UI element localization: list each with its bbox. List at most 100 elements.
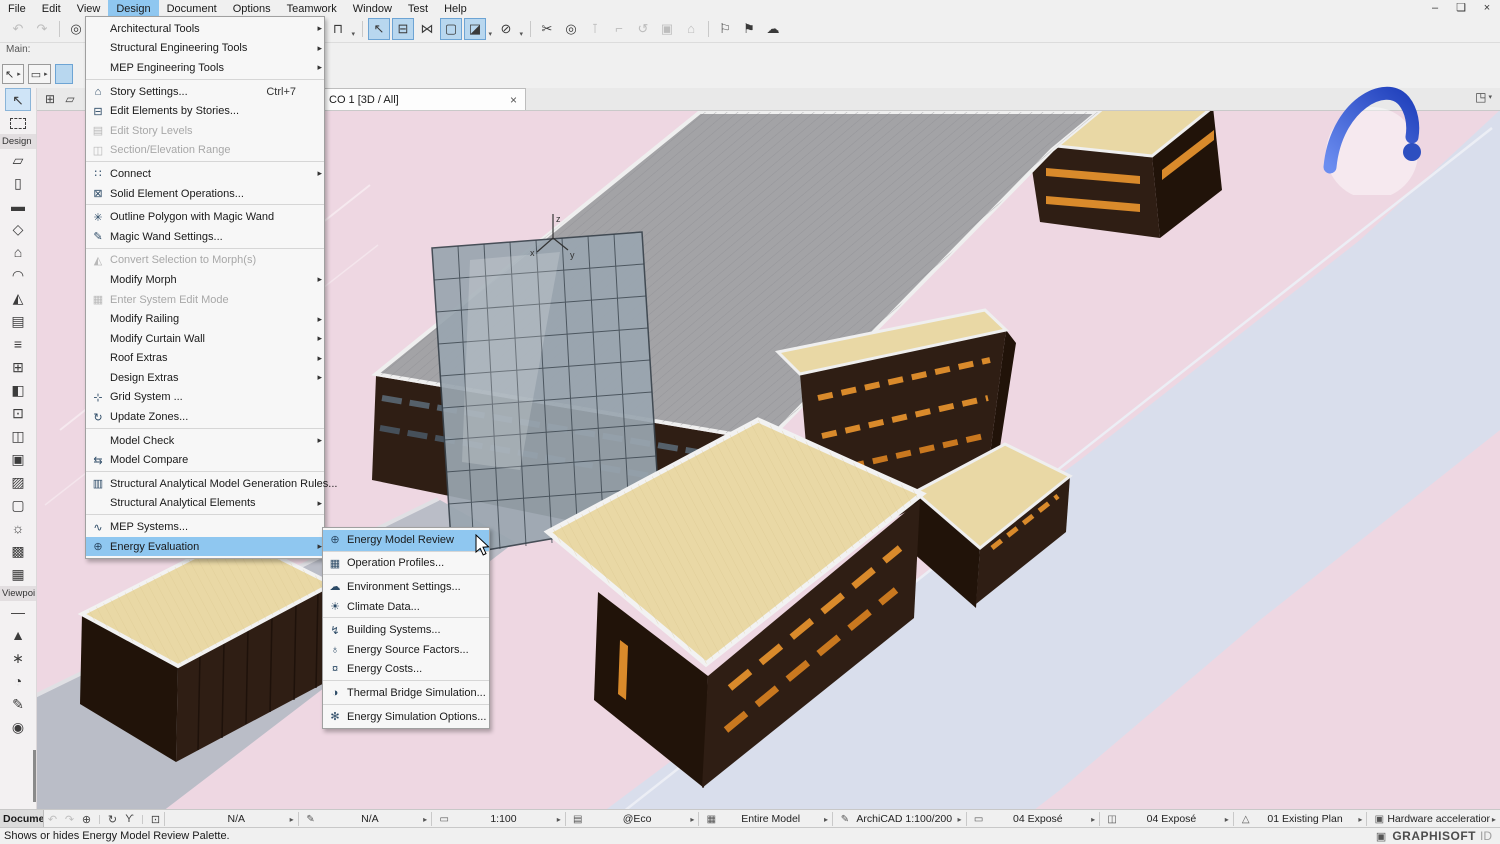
marquee-tool-dropdown[interactable]: ▭	[28, 64, 51, 84]
pick-parameters-icon[interactable]: ◎	[65, 18, 87, 40]
menu-item[interactable]: Modify Morph	[86, 270, 324, 290]
slice-circle-icon[interactable]: ⊘	[495, 18, 517, 40]
menubar-item[interactable]: File	[0, 0, 34, 16]
menu-item[interactable]: ∿ MEP Systems...	[86, 517, 324, 537]
camera-tool[interactable]: ◉	[5, 716, 31, 739]
submenu-item[interactable]: ☁ Environment Settings...	[323, 577, 489, 597]
shell-tool[interactable]: ◠	[5, 264, 31, 287]
menu-item[interactable]: ▤ Edit Story Levels	[86, 121, 324, 141]
roof-tool[interactable]: ⌂	[5, 241, 31, 264]
view-style-button[interactable]: ◳	[1475, 90, 1492, 104]
menu-item[interactable]: ⊕ Energy Evaluation	[86, 537, 324, 557]
menu-item[interactable]: ✳ Outline Polygon with Magic Wand	[86, 207, 324, 227]
menu-item[interactable]: ▦ Enter System Edit Mode	[86, 290, 324, 310]
maximize-button[interactable]: ❏	[1448, 0, 1474, 16]
menu-item[interactable]: ↻ Update Zones...	[86, 407, 324, 429]
crane-icon[interactable]: ⊺	[584, 18, 606, 40]
pick-up-icon[interactable]: ◎	[560, 18, 582, 40]
stretch-icon[interactable]: ⋈	[416, 18, 438, 40]
menubar-item[interactable]: Edit	[34, 0, 69, 16]
menubar-item[interactable]: Document	[159, 0, 225, 16]
submenu-item[interactable]: ⊕ Energy Model Review	[323, 530, 489, 552]
undo-icon[interactable]: ↶	[7, 18, 29, 40]
marquee-display-icon[interactable]: ▢	[440, 18, 462, 40]
object-tool[interactable]: ▢	[5, 494, 31, 517]
menubar-item[interactable]: Teamwork	[279, 0, 345, 16]
menu-item[interactable]: Roof Extras	[86, 349, 324, 369]
submenu-item[interactable]: ¤ Energy Costs...	[323, 660, 489, 682]
equipment-tool[interactable]: ▩	[5, 540, 31, 563]
menu-item[interactable]: ⇆ Model Compare	[86, 450, 324, 472]
menu-item[interactable]: ⊟ Edit Elements by Stories...	[86, 101, 324, 121]
arrow-tool[interactable]: ↖	[5, 88, 31, 111]
back-icon[interactable]: ↶	[44, 813, 61, 826]
fit-view-icon[interactable]: ⊡	[147, 813, 164, 826]
minimize-button[interactable]: –	[1422, 0, 1448, 16]
section-tool[interactable]: —	[5, 601, 31, 624]
corner-arrow-icon[interactable]: ⌐	[608, 18, 630, 40]
submenu-item[interactable]: ✻ Energy Simulation Options...	[323, 707, 489, 727]
grid-element-tool[interactable]: ▦	[5, 563, 31, 586]
wall-tool[interactable]: ▱	[5, 149, 31, 172]
zoom-in-icon[interactable]: ⊕	[78, 813, 95, 826]
lamp-tool[interactable]: ☼	[5, 517, 31, 540]
layer-combination-field[interactable]: ▤ @Eco	[565, 812, 699, 826]
walk-icon[interactable]: ϒ	[121, 813, 138, 825]
forward-icon[interactable]: ↷	[61, 813, 78, 826]
opening-tool[interactable]: ▣	[5, 448, 31, 471]
document-panel-tab[interactable]: Docume	[0, 810, 44, 828]
submenu-item[interactable]: ☀ Climate Data...	[323, 597, 489, 619]
menu-item[interactable]: Structural Analytical Elements	[86, 494, 324, 516]
stair-tool[interactable]: ▤	[5, 310, 31, 333]
menu-item[interactable]: ◫ Section/Elevation Range	[86, 141, 324, 163]
marquee-tool[interactable]	[5, 111, 31, 134]
tab-close-icon[interactable]: ×	[508, 93, 519, 107]
door-tool[interactable]: ◧	[5, 379, 31, 402]
menu-item[interactable]: ⌂ Story Settings... Ctrl+7	[86, 82, 324, 102]
quad-view-icon[interactable]: ⊞	[40, 90, 60, 108]
menubar-item[interactable]: Test	[400, 0, 436, 16]
menu-item[interactable]: ◭ Convert Selection to Morph(s)	[86, 251, 324, 271]
box-select-icon[interactable]: ▣	[656, 18, 678, 40]
zone-tool[interactable]: ▨	[5, 471, 31, 494]
home-icon[interactable]: ⌂	[680, 18, 702, 40]
menu-item[interactable]: Modify Curtain Wall	[86, 329, 324, 349]
morph-tool[interactable]: ◭	[5, 287, 31, 310]
split-icon[interactable]: ✂	[536, 18, 558, 40]
dimension-123-icon[interactable]: ⊟	[392, 18, 414, 40]
menu-item[interactable]: Model Check	[86, 431, 324, 451]
slab-tool[interactable]: ◇	[5, 218, 31, 241]
menubar-item[interactable]: Options	[225, 0, 279, 16]
flag-icon[interactable]: ⚐	[714, 18, 736, 40]
partial-structure-field[interactable]: ▦ Entire Model	[698, 812, 832, 826]
solid-shapes-icon[interactable]: ◪	[464, 18, 486, 40]
column-tool[interactable]: ▯	[5, 172, 31, 195]
arrow-tool-dropdown[interactable]: ↖	[2, 64, 24, 84]
menu-item[interactable]: Design Extras	[86, 368, 324, 388]
menubar-item[interactable]: View	[69, 0, 109, 16]
curtain-wall-tool[interactable]: ⊞	[5, 356, 31, 379]
cloud-download-icon[interactable]: ☁	[762, 18, 784, 40]
flag-list-icon[interactable]: ⚑	[738, 18, 760, 40]
submenu-item[interactable]: ▦ Operation Profiles...	[323, 554, 489, 576]
railing-tool[interactable]: ≡	[5, 333, 31, 356]
renovation-filter-field[interactable]: △ 01 Existing Plan	[1233, 812, 1367, 826]
popup-navigator-icon[interactable]: ▱	[60, 90, 80, 108]
menu-item[interactable]: Modify Railing	[86, 309, 324, 329]
menubar-item[interactable]: Help	[436, 0, 475, 16]
window-tool[interactable]: ⊡	[5, 402, 31, 425]
toolbox-scrollbar[interactable]	[33, 750, 36, 802]
beam-tool[interactable]: ▬	[5, 195, 31, 218]
submenu-item[interactable]: ♁ Energy Source Factors...	[323, 640, 489, 660]
detail-tool[interactable]: ◔	[5, 670, 31, 693]
graphic-overrides-field[interactable]: ◫ 04 Exposé	[1099, 812, 1233, 826]
orbit-icon[interactable]: ↻	[104, 813, 121, 826]
menu-item[interactable]: Structural Engineering Tools	[86, 39, 324, 59]
menu-item[interactable]: ∷ Connect	[86, 164, 324, 184]
menu-item[interactable]: ⊠ Solid Element Operations...	[86, 184, 324, 206]
rotate-icon[interactable]: ↺	[632, 18, 654, 40]
scale-field[interactable]: ▭ 1:100	[431, 812, 565, 826]
menubar-item[interactable]: Window	[345, 0, 400, 16]
elevation-tool[interactable]: ▲	[5, 624, 31, 647]
pen-set-field[interactable]: ✎ ArchiCAD 1:100/200	[832, 812, 966, 826]
